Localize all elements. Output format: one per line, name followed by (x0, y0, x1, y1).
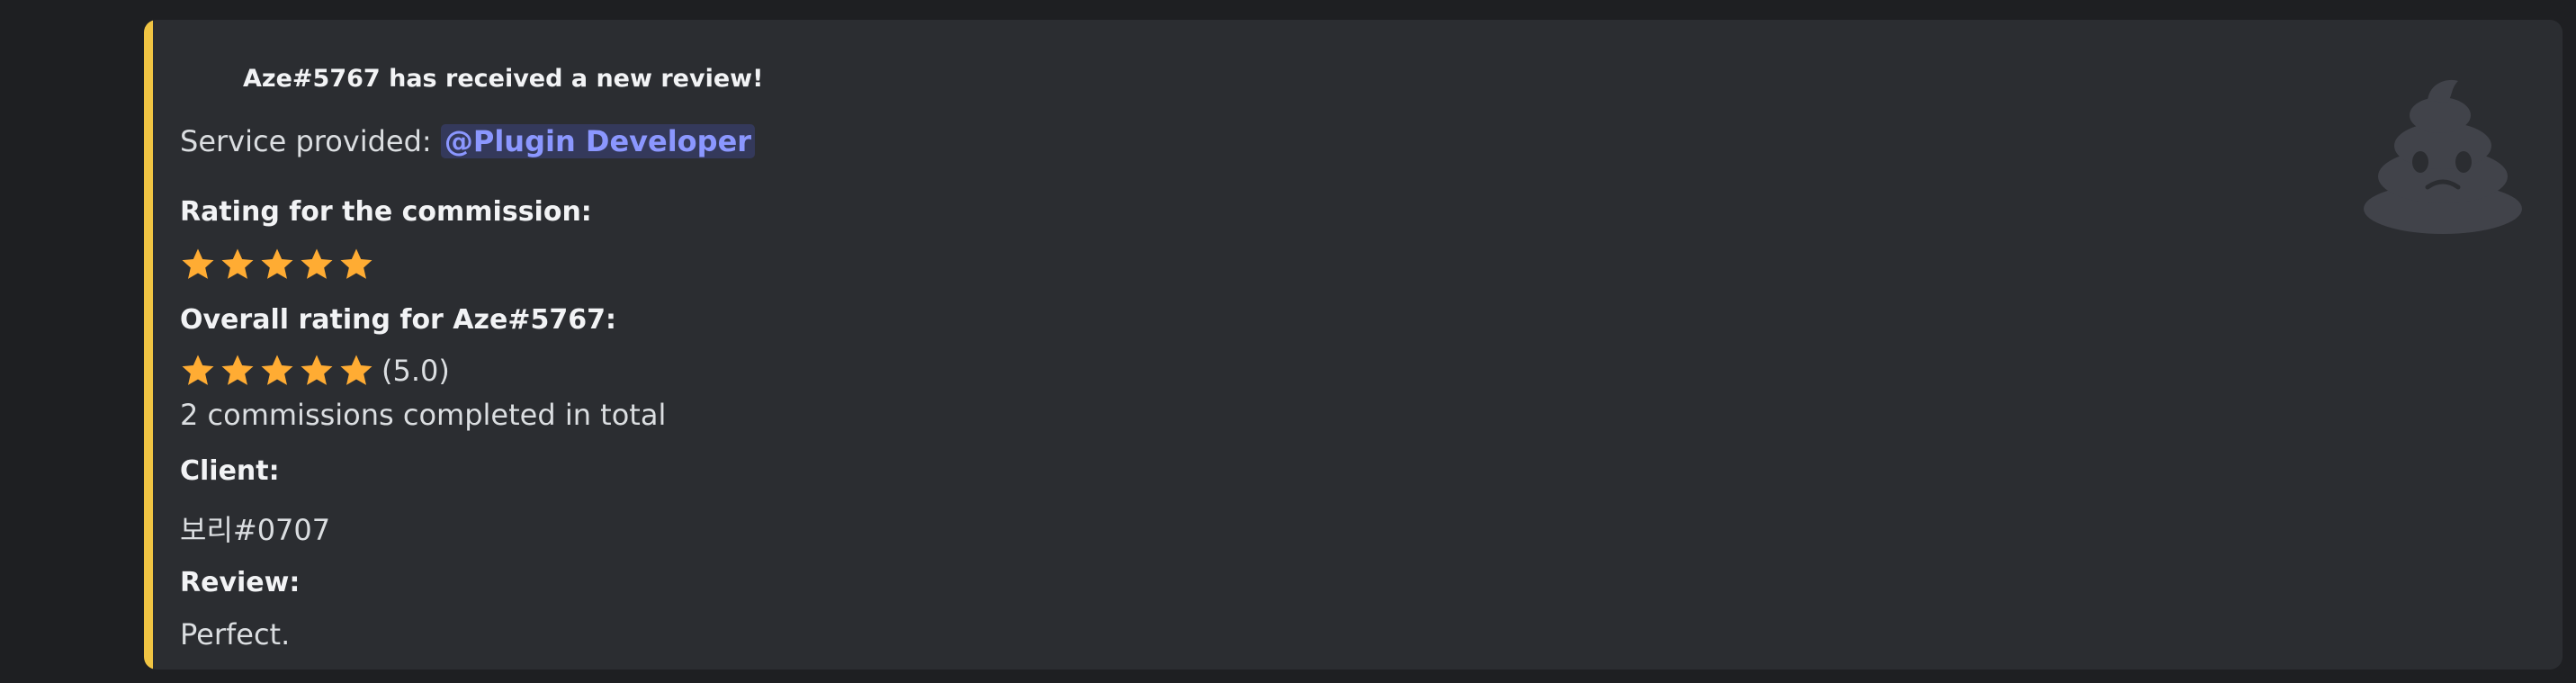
star-icon (182, 355, 214, 385)
review-label: Review: (180, 567, 301, 598)
commissions-total: 2 commissions completed in total (180, 398, 667, 432)
review-embed: Aze#5767 has received a new review! Serv… (144, 20, 2563, 670)
star-icon (221, 248, 254, 279)
star-icon (340, 355, 372, 385)
commission-rating-stars (180, 247, 378, 283)
star-icon (301, 355, 333, 385)
star-icon (182, 248, 214, 279)
star-icon (301, 248, 333, 279)
commission-rating-label: Rating for the commission: (180, 196, 592, 228)
overall-rating-stars: (5.0) (180, 353, 450, 389)
client-label: Client: (180, 455, 280, 487)
overall-rating-label: Overall rating for Aze#5767: (180, 304, 616, 336)
star-icon (261, 355, 293, 385)
role-mention[interactable]: @Plugin Developer (440, 124, 756, 158)
embed-author: Aze#5767 has received a new review! (243, 65, 764, 93)
star-icon (261, 248, 293, 279)
embed-accent-bar (144, 20, 153, 670)
overall-rating-value: (5.0) (381, 354, 450, 388)
poop-face-icon[interactable] (2357, 76, 2528, 238)
service-provided-line: Service provided: @Plugin Developer (180, 124, 756, 158)
embed-content: Aze#5767 has received a new review! Serv… (180, 20, 2563, 670)
review-value: Perfect. (180, 617, 291, 652)
client-value: 보리#0707 (180, 513, 331, 547)
service-label: Service provided: (180, 124, 441, 158)
star-icon (221, 355, 254, 385)
star-icon (340, 248, 372, 279)
